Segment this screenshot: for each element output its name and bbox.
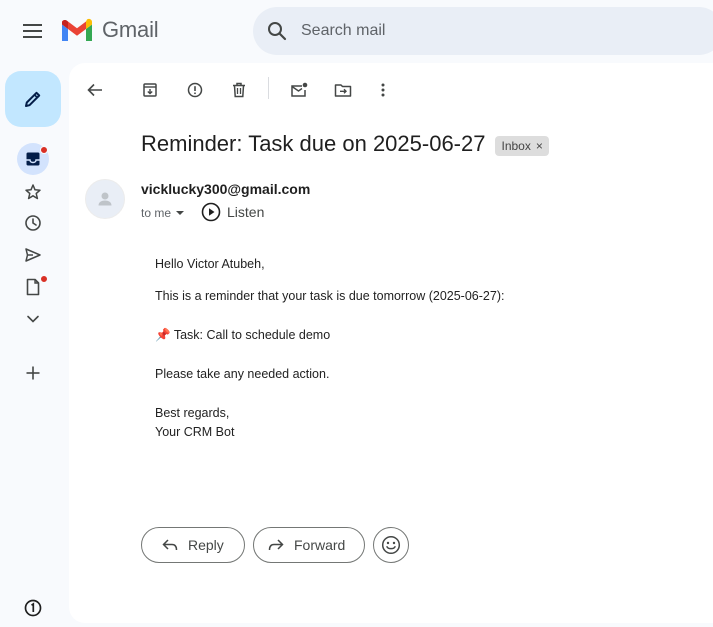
reply-button[interactable]: Reply [141, 527, 245, 563]
gmail-logo[interactable]: Gmail [60, 17, 159, 43]
clock-icon [25, 215, 41, 231]
more-vert-icon [381, 83, 385, 97]
rail-item-new-label[interactable] [17, 357, 49, 389]
drafts-unread-dot [40, 275, 48, 283]
label-chip-text: Inbox [501, 138, 531, 153]
reply-label: Reply [188, 537, 224, 553]
inbox-unread-dot [40, 146, 48, 154]
info-circle-icon [24, 599, 42, 617]
body-task: Task: Call to schedule demo [173, 328, 331, 342]
draft-icon [26, 278, 40, 296]
report-spam-button[interactable] [180, 75, 210, 105]
search-icon [268, 22, 287, 41]
body-signature: Your CRM Bot [155, 425, 235, 439]
email-view: Reminder: Task due on 2025-06-27 Inbox ×… [69, 63, 713, 623]
plus-icon [26, 366, 40, 380]
star-icon [25, 184, 41, 200]
move-to-button[interactable] [328, 75, 358, 105]
help-button[interactable] [20, 595, 46, 621]
email-subject-row: Reminder: Task due on 2025-06-27 Inbox × [141, 131, 549, 157]
reply-arrow-icon [162, 539, 178, 551]
sender-address[interactable]: vicklucky300@gmail.com [141, 181, 310, 197]
label-chip-inbox: Inbox × [495, 135, 549, 156]
back-arrow-icon [87, 83, 102, 97]
caret-down-icon [176, 211, 185, 215]
person-icon [98, 192, 112, 206]
smiley-icon [381, 535, 401, 555]
body-greeting: Hello Victor Atubeh, [155, 257, 265, 271]
rail-item-more[interactable] [17, 303, 49, 335]
back-button[interactable] [80, 75, 110, 105]
gmail-logo-text: Gmail [102, 17, 159, 42]
search-input[interactable] [301, 11, 681, 51]
search-button[interactable] [253, 7, 301, 55]
more-options-button[interactable] [368, 75, 398, 105]
sender-avatar[interactable] [85, 179, 125, 219]
rail-item-snoozed[interactable] [17, 207, 49, 239]
report-spam-icon [187, 82, 203, 98]
email-subject: Reminder: Task due on 2025-06-27 [141, 131, 486, 156]
body-closing: Best regards, [155, 406, 230, 420]
recipient-details-toggle[interactable]: to me [141, 206, 186, 220]
mark-unread-button[interactable] [284, 75, 314, 105]
inbox-icon [26, 152, 40, 166]
body-line-reminder: This is a reminder that your task is due… [155, 289, 505, 303]
compose-button[interactable] [5, 71, 61, 127]
forward-button[interactable]: Forward [253, 527, 365, 563]
mark-unread-icon [291, 82, 308, 97]
move-to-icon [334, 84, 352, 97]
listen-label: Listen [227, 204, 265, 220]
delete-icon [233, 82, 245, 98]
chevron-down-icon [27, 315, 39, 323]
body-line-action: Please take any needed action. [155, 367, 330, 381]
rail-item-sent[interactable] [17, 239, 49, 271]
play-circle-icon [201, 202, 221, 222]
body-task-line: 📌 Task: Call to schedule demo [155, 329, 330, 342]
archive-icon [143, 83, 157, 97]
listen-button[interactable]: Listen [201, 202, 264, 222]
pencil-icon [25, 91, 41, 107]
pushpin-icon: 📌 [155, 328, 171, 342]
emoji-reaction-button[interactable] [373, 527, 409, 563]
app-header: Gmail [0, 0, 713, 62]
forward-label: Forward [294, 537, 346, 553]
recipient-text: to me [141, 206, 172, 220]
send-icon [25, 248, 41, 262]
rail-item-starred[interactable] [17, 176, 49, 208]
forward-arrow-icon [268, 539, 284, 551]
hamburger-menu-icon [23, 24, 42, 38]
main-menu-button[interactable] [18, 16, 48, 46]
remove-label-button[interactable]: × [536, 139, 543, 153]
gmail-m-icon [62, 18, 92, 41]
archive-button[interactable] [135, 75, 165, 105]
delete-button[interactable] [224, 75, 254, 105]
search-bar[interactable] [253, 7, 713, 55]
toolbar-divider [268, 77, 269, 99]
